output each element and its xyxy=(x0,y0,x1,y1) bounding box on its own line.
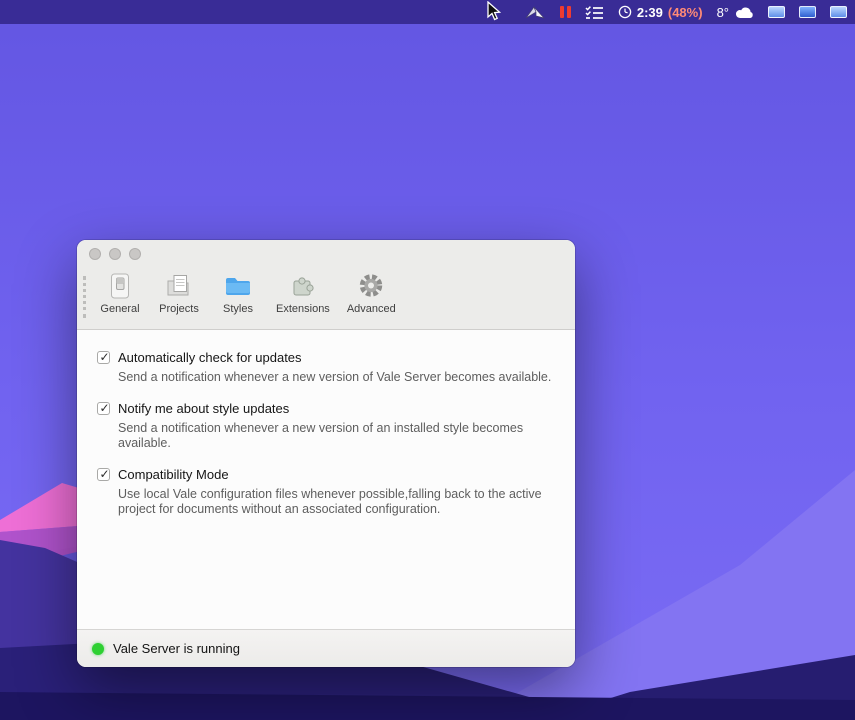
auto-updates-description: Send a notification whenever a new versi… xyxy=(118,370,552,384)
tab-projects-label: Projects xyxy=(159,303,199,315)
clock-status[interactable]: 2:39 (48%) xyxy=(618,0,703,24)
mouse-cursor xyxy=(487,1,501,21)
setting-auto-updates: Automatically check for updates Send a n… xyxy=(97,350,555,385)
pause-icon[interactable] xyxy=(559,0,571,24)
desktop: 2:39 (48%) 8° General Projects Styles Ex… xyxy=(0,0,855,720)
tab-advanced-label: Advanced xyxy=(346,303,396,315)
tab-general[interactable]: General xyxy=(95,270,145,315)
battery-percent: (48%) xyxy=(667,4,703,20)
status-bar: Vale Server is running xyxy=(77,629,575,667)
status-text: Vale Server is running xyxy=(113,641,240,656)
tab-advanced[interactable]: Advanced xyxy=(343,270,400,315)
extensions-icon xyxy=(293,277,314,296)
clock-icon xyxy=(618,5,632,19)
titlebar[interactable] xyxy=(77,240,575,268)
compatibility-mode-checkbox[interactable] xyxy=(97,467,111,481)
general-settings-pane: Automatically check for updates Send a n… xyxy=(77,331,575,629)
window-header: General Projects Styles Extensions Advan… xyxy=(77,240,575,330)
projects-icon xyxy=(167,275,189,296)
style-updates-description: Send a notification whenever a new versi… xyxy=(118,421,524,450)
tab-projects[interactable]: Projects xyxy=(154,270,204,315)
weather-status[interactable]: 8° xyxy=(717,0,754,24)
compatibility-mode-label: Compatibility Mode xyxy=(118,467,229,482)
preferences-toolbar: General Projects Styles Extensions Advan… xyxy=(77,268,575,330)
advanced-icon xyxy=(360,274,383,297)
tasks-icon[interactable] xyxy=(585,0,604,24)
tab-styles-label: Styles xyxy=(223,303,253,315)
status-indicator-dot xyxy=(92,642,104,655)
styles-icon xyxy=(226,278,250,295)
keyboard-icon[interactable] xyxy=(799,0,816,24)
extra-status-icon[interactable] xyxy=(830,0,847,24)
zoom-button[interactable] xyxy=(129,248,141,260)
style-updates-label: Notify me about style updates xyxy=(118,401,290,416)
weather-cloud-icon xyxy=(735,7,753,19)
close-button[interactable] xyxy=(89,248,101,260)
app-icon[interactable] xyxy=(524,0,546,24)
tab-extensions-label: Extensions xyxy=(276,303,330,315)
setting-style-updates: Notify me about style updates Send a not… xyxy=(97,401,555,451)
menu-bar: 2:39 (48%) 8° xyxy=(0,0,855,24)
general-icon xyxy=(111,273,129,299)
minimize-button[interactable] xyxy=(109,248,121,260)
tab-styles[interactable]: Styles xyxy=(213,270,263,315)
auto-updates-label: Automatically check for updates xyxy=(118,350,302,365)
preferences-window: General Projects Styles Extensions Advan… xyxy=(77,240,575,667)
toolbar-overflow-handle xyxy=(83,276,86,318)
tab-extensions[interactable]: Extensions xyxy=(272,270,334,315)
temperature-label: 8° xyxy=(716,4,729,20)
tab-general-label: General xyxy=(100,303,140,315)
auto-updates-checkbox[interactable] xyxy=(97,350,111,364)
display-icon[interactable] xyxy=(768,0,785,24)
style-updates-checkbox[interactable] xyxy=(97,401,111,415)
setting-compatibility-mode: Compatibility Mode Use local Vale config… xyxy=(97,467,555,517)
compatibility-mode-description: Use local Vale configuration files whene… xyxy=(118,487,542,516)
menu-bar-time: 2:39 xyxy=(636,4,663,20)
